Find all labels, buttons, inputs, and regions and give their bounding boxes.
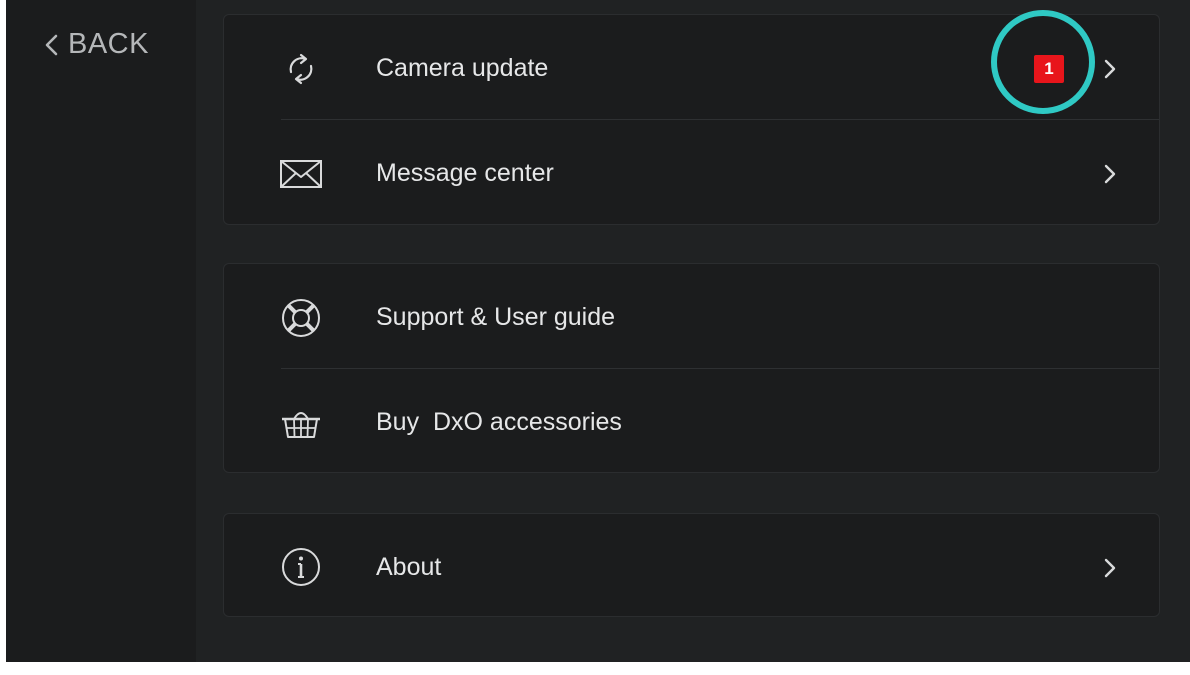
envelope-icon xyxy=(280,160,322,188)
menu-item-label: Camera update xyxy=(376,54,549,82)
menu-item-support-user-guide[interactable]: Support & User guide xyxy=(224,264,1159,368)
lifebuoy-icon xyxy=(282,299,320,337)
chevron-right-icon xyxy=(1104,164,1116,184)
back-button[interactable]: BACK xyxy=(40,28,149,61)
back-label: BACK xyxy=(68,28,149,60)
settings-group-about: About xyxy=(223,513,1160,617)
chevron-left-icon xyxy=(45,34,58,55)
menu-item-buy-accessories[interactable]: Buy DxO accessories xyxy=(224,369,1159,473)
menu-item-label: Message center xyxy=(376,159,554,187)
menu-item-about[interactable]: About xyxy=(224,514,1159,618)
menu-item-label: Support & User guide xyxy=(376,303,616,331)
settings-screen: BACK Camera update 1 Message center Supp… xyxy=(6,0,1190,662)
sidebar: BACK xyxy=(6,0,196,662)
menu-item-label: About xyxy=(376,553,442,581)
chevron-right-icon xyxy=(1104,59,1116,79)
menu-item-message-center[interactable]: Message center xyxy=(224,120,1159,224)
info-icon xyxy=(282,548,320,586)
basket-icon xyxy=(282,412,320,438)
menu-item-label: Buy DxO accessories xyxy=(376,408,622,436)
chevron-right-icon xyxy=(1104,558,1116,578)
settings-group-support: Support & User guide Buy DxO accessories xyxy=(223,263,1160,473)
refresh-icon xyxy=(289,53,313,85)
highlight-ring xyxy=(991,10,1095,114)
